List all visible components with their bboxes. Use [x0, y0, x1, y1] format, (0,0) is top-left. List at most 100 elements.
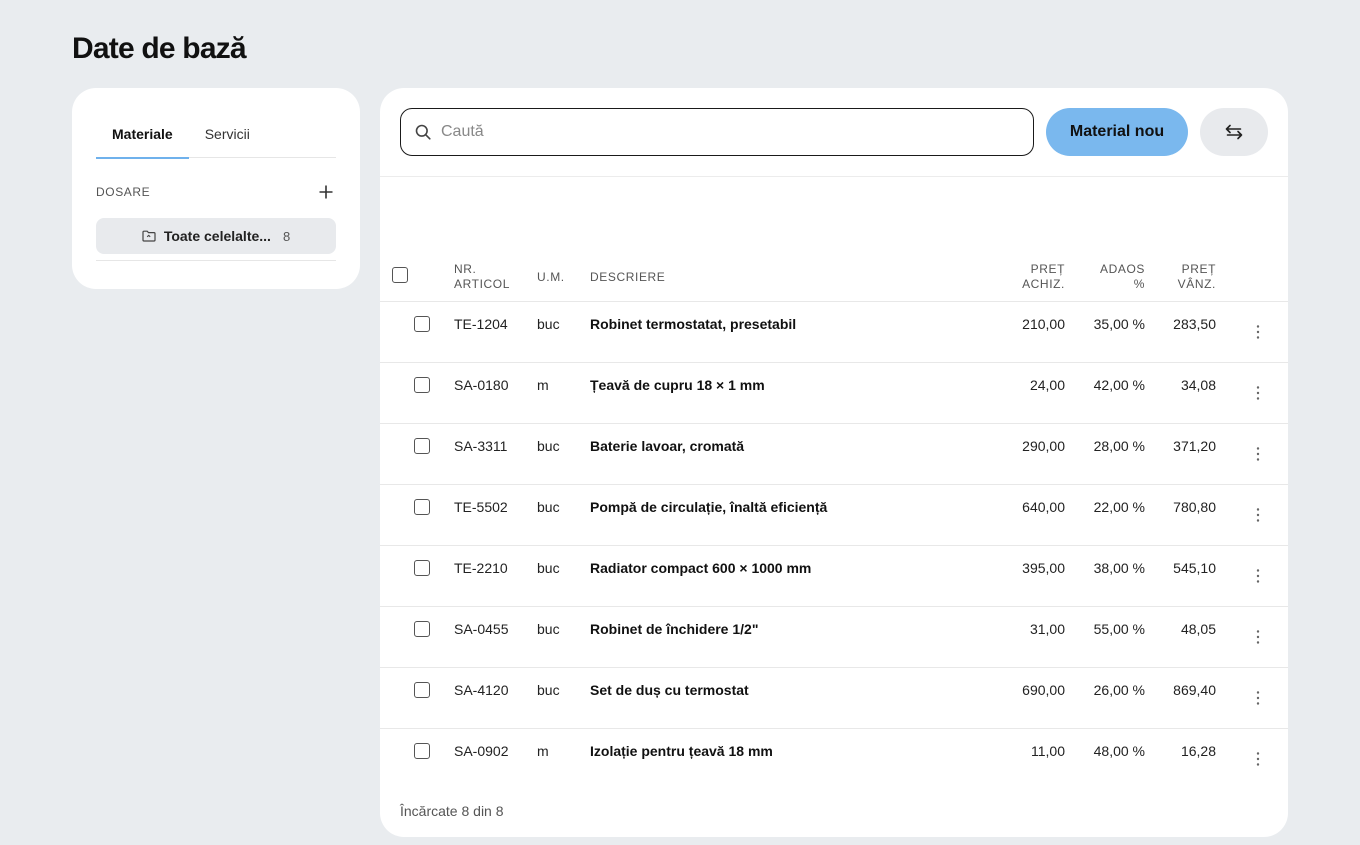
article-number: SA-4120 — [454, 682, 509, 698]
markup: 55,00 % — [1093, 621, 1145, 637]
description: Pompă de circulație, înaltă eficiență — [590, 499, 828, 515]
folder-name: Toate celelalte... — [163, 228, 271, 244]
buy-price: 290,00 — [1022, 438, 1065, 454]
more-vertical-icon — [1256, 691, 1260, 705]
swap-arrows-icon — [1225, 124, 1243, 140]
more-vertical-icon — [1256, 386, 1260, 400]
markup: 26,00 % — [1093, 682, 1145, 698]
row-more-button[interactable] — [1248, 383, 1268, 403]
row-more-button[interactable] — [1248, 688, 1268, 708]
markup: 35,00 % — [1093, 316, 1145, 332]
header-article: NR. ARTICOL — [454, 262, 510, 291]
sell-price: 780,80 — [1173, 499, 1216, 515]
table-row[interactable]: SA-0455 buc Robinet de închidere 1/2" 31… — [380, 607, 1288, 668]
unit: buc — [537, 499, 560, 515]
more-vertical-icon — [1256, 447, 1260, 461]
article-number: TE-5502 — [454, 499, 508, 515]
sell-price: 48,05 — [1180, 621, 1216, 637]
search-input[interactable] — [441, 123, 1001, 141]
sidebar-card: Materiale Servicii DOSARE Toate celelalt… — [72, 88, 360, 289]
row-more-button[interactable] — [1248, 566, 1268, 586]
article-number: SA-3311 — [454, 438, 508, 454]
materials-panel: Material nou NR.ARTICOL U.M. DESCRIERE P… — [380, 88, 1288, 837]
markup: 28,00 % — [1093, 438, 1145, 454]
sell-price: 545,10 — [1173, 560, 1216, 576]
tab-services[interactable]: Servicii — [189, 110, 266, 158]
page-title: Date de bază — [72, 32, 247, 65]
description: Izolație pentru țeavă 18 mm — [590, 743, 773, 759]
row-more-button[interactable] — [1248, 505, 1268, 525]
folder-item-all-others[interactable]: Toate celelalte... 8 — [96, 218, 336, 254]
sell-price: 869,40 — [1173, 682, 1216, 698]
description: Robinet termostatat, presetabil — [590, 316, 797, 332]
row-checkbox[interactable] — [414, 499, 430, 515]
buy-price: 24,00 — [1029, 377, 1065, 393]
description: Țeavă de cupru 18 × 1 mm — [590, 377, 765, 393]
row-checkbox[interactable] — [414, 438, 430, 454]
description: Robinet de închidere 1/2" — [590, 621, 759, 637]
unit: buc — [537, 621, 560, 637]
header-buy-price: PREȚ ACHIZ. — [1022, 262, 1065, 291]
article-number: SA-0180 — [454, 377, 509, 393]
article-number: TE-2210 — [454, 560, 508, 576]
loaded-count: Încărcate 8 din 8 — [400, 803, 504, 819]
tab-materials[interactable]: Materiale — [96, 110, 189, 159]
sidebar-tabs: Materiale Servicii — [96, 110, 336, 159]
more-vertical-icon — [1256, 630, 1260, 644]
buy-price: 11,00 — [1031, 743, 1065, 759]
row-more-button[interactable] — [1248, 444, 1268, 464]
markup: 38,00 % — [1093, 560, 1145, 576]
unit: buc — [537, 438, 560, 454]
buy-price: 210,00 — [1022, 316, 1065, 332]
unit: buc — [537, 560, 560, 576]
folders-label: DOSARE — [96, 185, 151, 199]
new-material-button[interactable]: Material nou — [1046, 108, 1188, 156]
table-row[interactable]: SA-0902 m Izolație pentru țeavă 18 mm 11… — [380, 729, 1288, 790]
sell-price: 283,50 — [1173, 316, 1216, 332]
folder-count: 8 — [282, 228, 291, 244]
row-checkbox[interactable] — [414, 316, 430, 332]
row-checkbox[interactable] — [414, 377, 430, 393]
more-vertical-icon — [1256, 325, 1260, 339]
buy-price: 395,00 — [1022, 560, 1065, 576]
table-row[interactable]: TE-5502 buc Pompă de circulație, înaltă … — [380, 485, 1288, 546]
unit: buc — [537, 682, 560, 698]
buy-price: 640,00 — [1022, 499, 1065, 515]
markup: 42,00 % — [1093, 377, 1145, 393]
row-more-button[interactable] — [1248, 322, 1268, 342]
row-more-button[interactable] — [1248, 749, 1268, 769]
article-number: TE-1204 — [454, 316, 508, 332]
swap-button[interactable] — [1200, 108, 1268, 156]
buy-price: 690,00 — [1022, 682, 1065, 698]
row-more-button[interactable] — [1248, 627, 1268, 647]
folders-header: DOSARE — [96, 184, 336, 200]
sell-price: 371,20 — [1173, 438, 1216, 454]
unit: buc — [537, 316, 560, 332]
description: Set de duș cu termostat — [590, 682, 749, 698]
header-markup: ADAOS% — [1099, 262, 1145, 291]
row-checkbox[interactable] — [414, 621, 430, 637]
table-row[interactable]: SA-0180 m Țeavă de cupru 18 × 1 mm 24,00… — [380, 363, 1288, 424]
table-row[interactable]: SA-3311 buc Baterie lavoar, cromată 290,… — [380, 424, 1288, 485]
article-number: SA-0902 — [454, 743, 509, 759]
table-row[interactable]: TE-2210 buc Radiator compact 600 × 1000 … — [380, 546, 1288, 607]
search-box[interactable] — [400, 108, 1034, 156]
more-vertical-icon — [1256, 508, 1260, 522]
row-checkbox[interactable] — [414, 560, 430, 576]
select-all-checkbox[interactable] — [392, 267, 408, 283]
table-row[interactable]: TE-1204 buc Robinet termostatat, preseta… — [380, 302, 1288, 363]
markup: 48,00 % — [1093, 743, 1145, 759]
header-description: DESCRIERE — [590, 270, 666, 284]
table-header: NR. ARTICOL U.M. DESCRIERE PREȚ ACHIZ. ADA… — [380, 258, 1288, 302]
header-unit: U.M. — [537, 270, 565, 284]
add-folder-button[interactable] — [316, 182, 336, 202]
row-checkbox[interactable] — [414, 743, 430, 759]
sidebar-divider — [96, 260, 336, 261]
table-row[interactable]: SA-4120 buc Set de duș cu termostat 690,… — [380, 668, 1288, 729]
buy-price: 31,00 — [1029, 621, 1065, 637]
search-icon — [415, 124, 431, 140]
description: Radiator compact 600 × 1000 mm — [590, 560, 812, 576]
markup: 22,00 % — [1093, 499, 1145, 515]
row-checkbox[interactable] — [414, 682, 430, 698]
more-vertical-icon — [1256, 569, 1260, 583]
